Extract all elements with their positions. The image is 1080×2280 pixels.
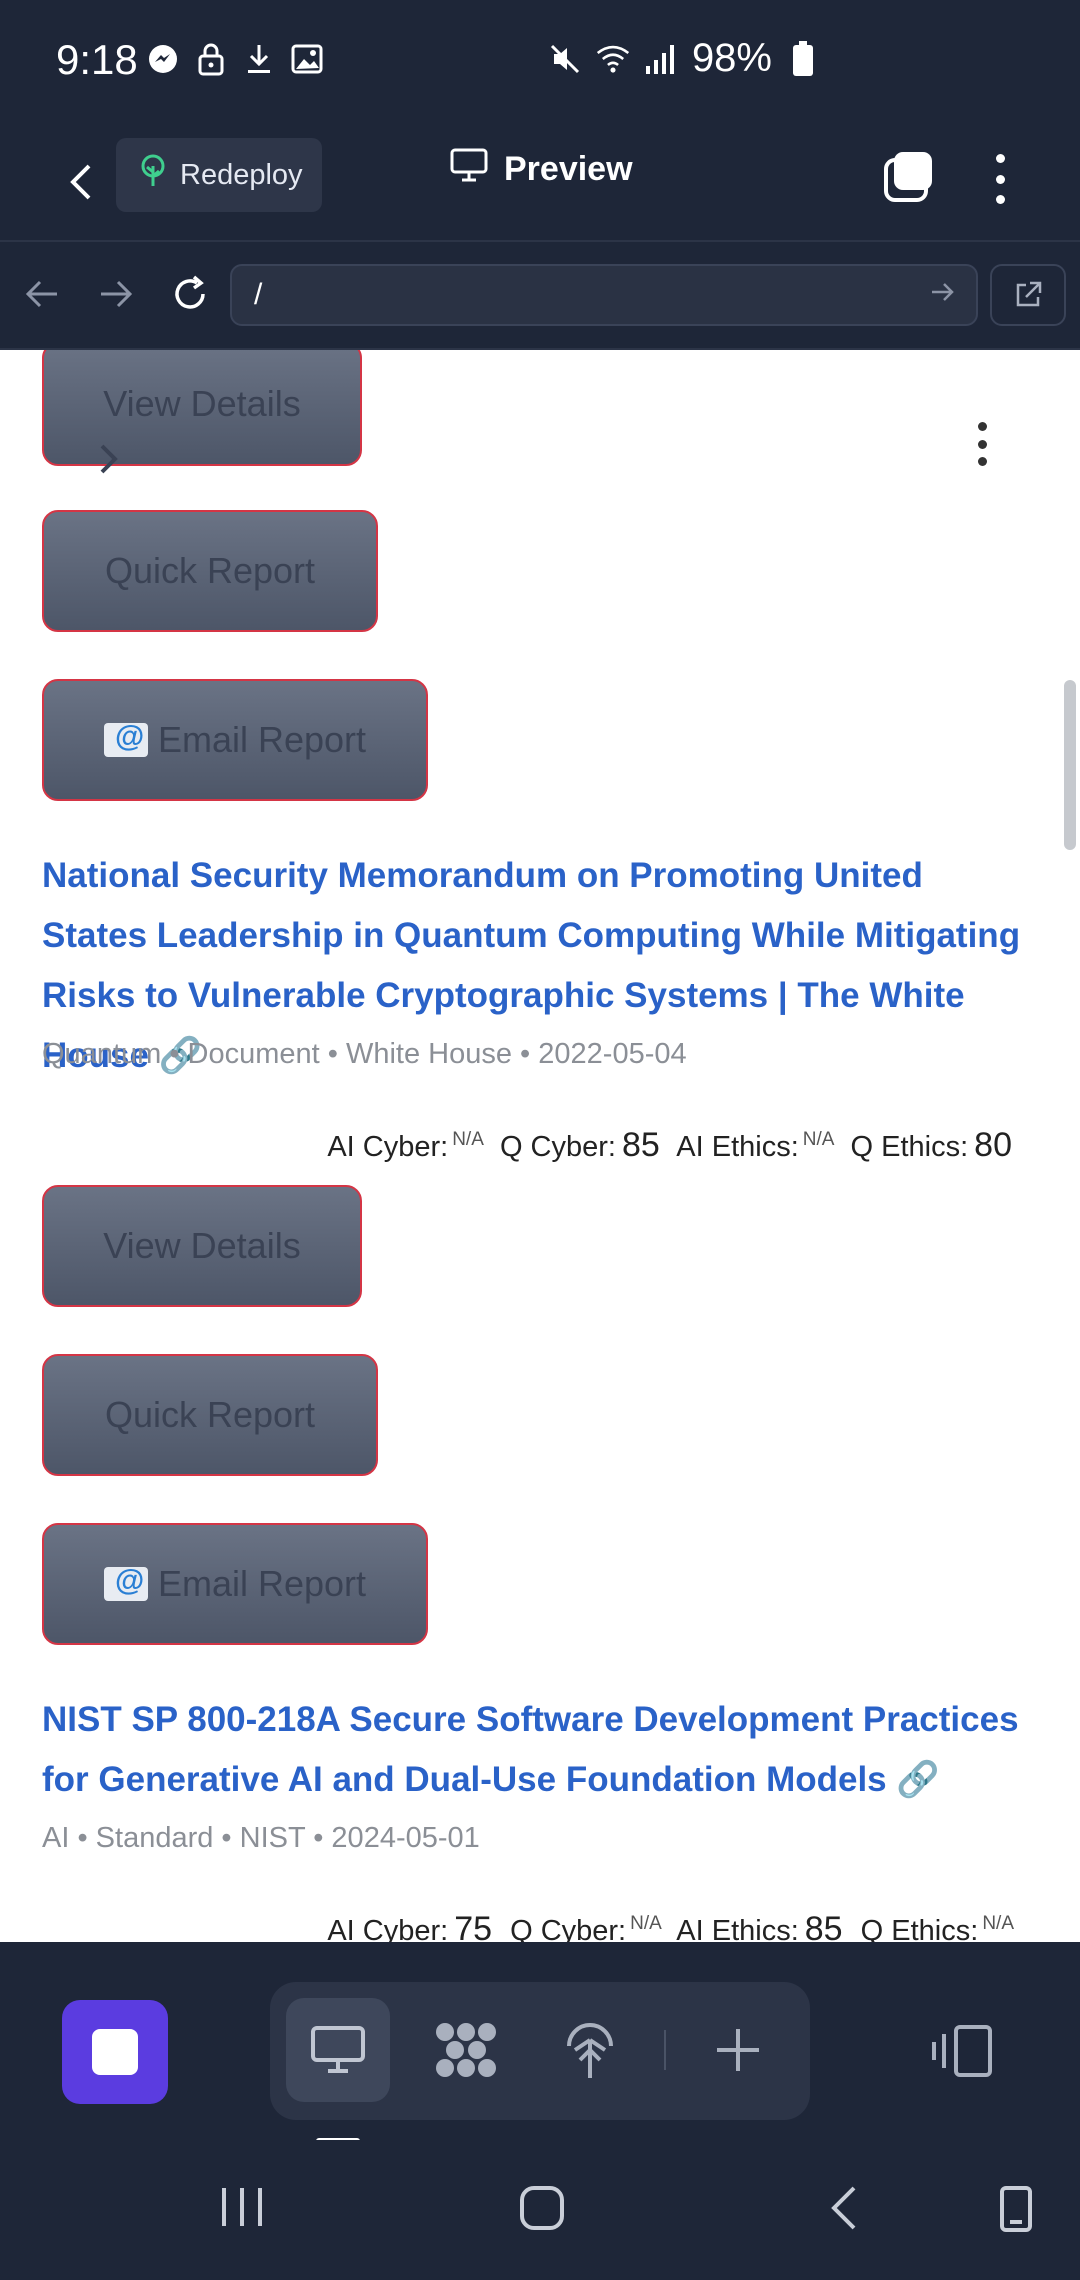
battery-icon	[786, 40, 820, 76]
rotate-icon[interactable]	[996, 2184, 1036, 2239]
email-report-button[interactable]: Email Report	[42, 1523, 428, 1645]
messenger-icon	[146, 42, 180, 76]
dock-divider	[664, 2030, 666, 2070]
chevron-left-icon	[70, 164, 91, 200]
item-menu-icon[interactable]	[972, 422, 992, 466]
stop-icon	[92, 2029, 138, 2075]
view-switcher	[270, 1982, 810, 2120]
mute-icon	[548, 42, 582, 76]
preview-selector[interactable]: Preview	[450, 148, 633, 191]
lock-icon	[194, 42, 228, 76]
desktop-view-button[interactable]	[286, 1998, 390, 2102]
redeploy-button[interactable]: Redeploy	[116, 138, 322, 212]
monitor-icon	[311, 2026, 365, 2073]
wifi-icon	[596, 42, 630, 76]
document-title-link[interactable]: NIST SP 800-218A Secure Software Develop…	[42, 1690, 1032, 1810]
page-content: View Details Quick Report Email Report N…	[0, 350, 1080, 1942]
browser-toolbar: /	[0, 242, 1080, 350]
status-bar: 9:18 98%	[0, 0, 1080, 128]
system-back-icon[interactable]	[826, 2184, 862, 2237]
device-toggle-icon[interactable]	[930, 2024, 994, 2083]
download-icon	[242, 42, 276, 76]
email-report-button[interactable]: Email Report	[42, 679, 428, 801]
scrollbar-thumb[interactable]	[1064, 680, 1076, 850]
app-header: Redeploy Preview	[0, 128, 1080, 242]
system-navigation-bar	[0, 2140, 1080, 2280]
system-status-icons: 98%	[548, 36, 820, 81]
chevron-right-icon[interactable]	[98, 442, 120, 481]
recent-apps-icon[interactable]	[218, 2184, 266, 2235]
email-icon	[103, 1564, 148, 1601]
external-link-icon	[1016, 281, 1042, 307]
stop-button[interactable]	[62, 2000, 168, 2104]
quick-report-button[interactable]: Quick Report	[42, 1354, 378, 1476]
open-external-button[interactable]	[990, 264, 1066, 326]
email-icon	[103, 720, 148, 757]
image-icon	[290, 42, 324, 76]
plus-icon	[717, 2029, 759, 2071]
signal-icon	[644, 42, 678, 76]
go-arrow-icon[interactable]	[930, 280, 956, 309]
view-details-button[interactable]: View Details	[42, 350, 362, 466]
home-icon[interactable]	[518, 2184, 566, 2237]
score-row: AI Cyber: N/A Q Cyber: 85 AI Ethics: N/A Q …	[327, 1126, 1012, 1164]
status-time: 9:18	[56, 36, 138, 83]
back-button[interactable]	[52, 152, 112, 212]
preview-label: Preview	[504, 150, 633, 188]
browser-back-icon[interactable]	[18, 270, 66, 318]
deploy-tree-icon	[138, 154, 168, 196]
bottom-toolbar	[0, 1944, 1080, 2144]
notification-icons	[146, 42, 324, 76]
battery-percent: 98%	[691, 36, 772, 80]
reload-icon[interactable]	[166, 270, 214, 318]
url-text: /	[254, 278, 263, 311]
quick-report-button[interactable]: Quick Report	[42, 510, 378, 632]
more-options-icon[interactable]	[980, 146, 1020, 212]
view-details-button[interactable]: View Details	[42, 1185, 362, 1307]
document-meta: AI • Standard • NIST • 2024-05-01	[42, 1822, 480, 1854]
url-input[interactable]: /	[230, 264, 978, 326]
deploy-icon[interactable]	[538, 1998, 642, 2102]
monitor-icon	[450, 148, 488, 191]
tabs-icon[interactable]	[880, 150, 934, 204]
plugins-icon[interactable]	[414, 1998, 518, 2102]
redeploy-label: Redeploy	[180, 158, 303, 191]
document-meta: Quantum • Document • White House • 2022-…	[42, 1038, 687, 1070]
browser-forward-icon[interactable]	[92, 270, 140, 318]
add-tab-button[interactable]	[686, 1998, 790, 2102]
score-row: AI Cyber: 75 Q Cyber: N/A AI Ethics: 85 Q E…	[327, 1910, 1014, 1942]
